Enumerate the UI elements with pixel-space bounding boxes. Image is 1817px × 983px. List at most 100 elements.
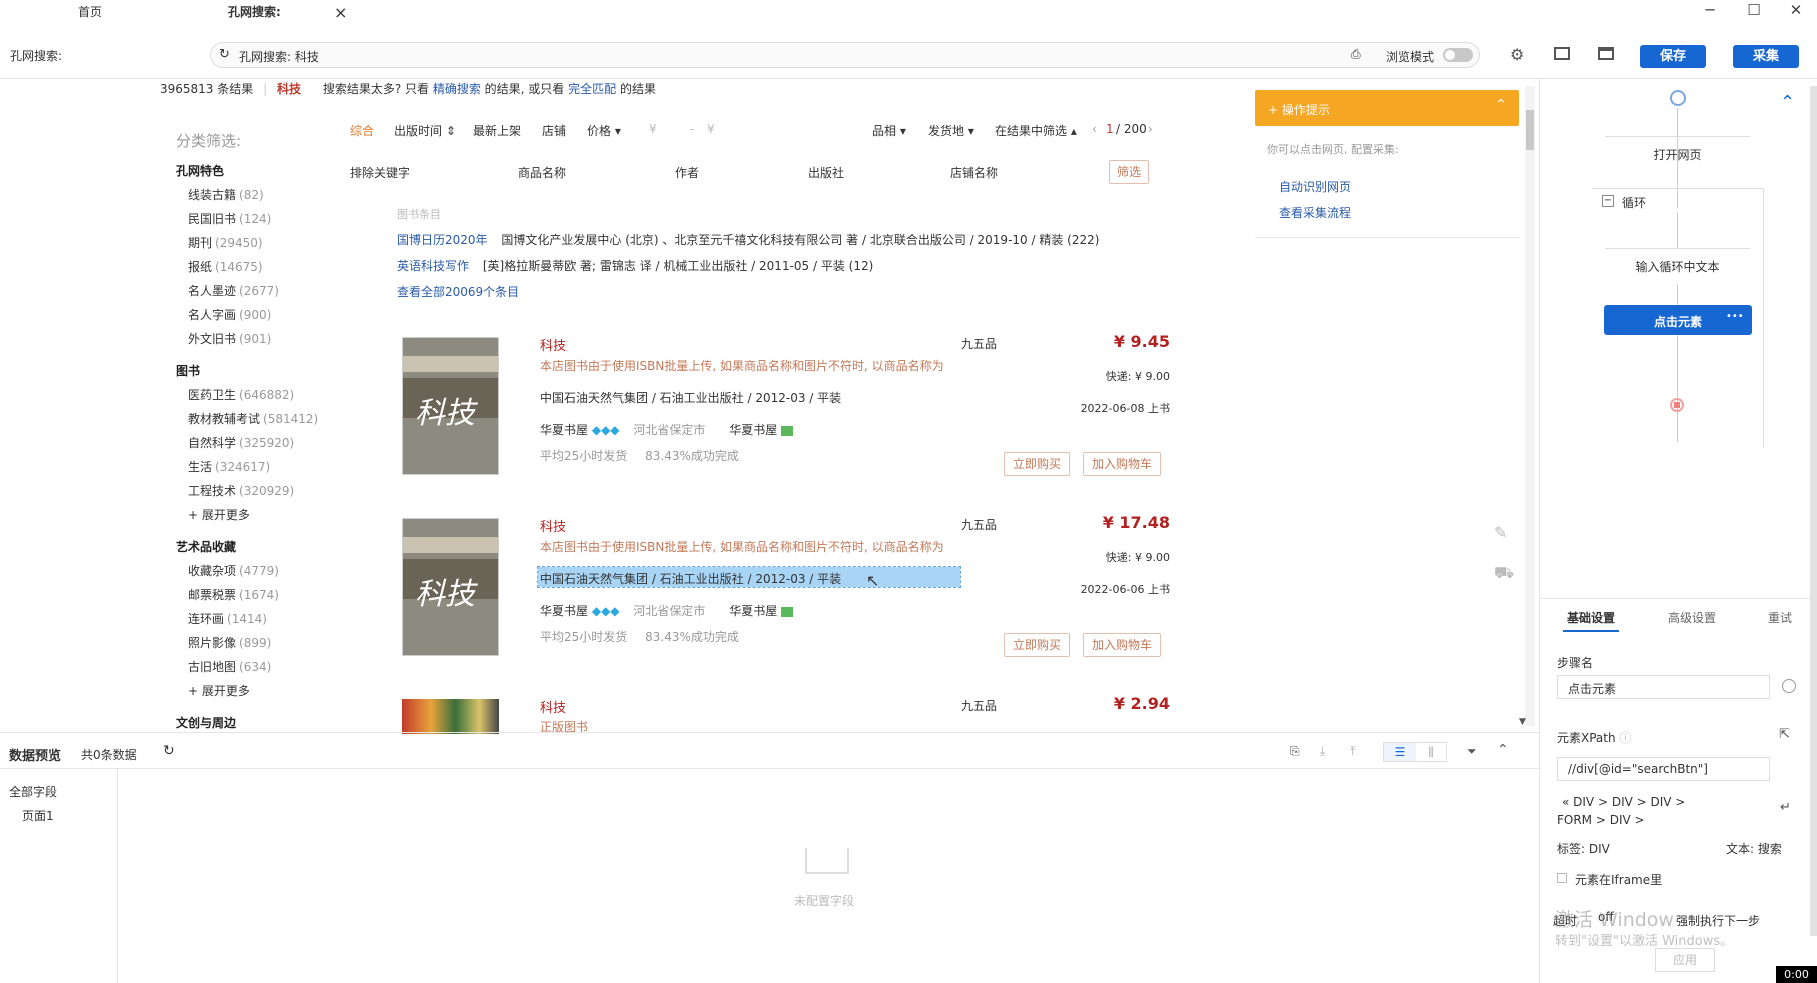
chat-icon[interactable] [781,425,794,436]
publisher-input[interactable]: 出版社 [808,164,844,181]
collapse-up-icon[interactable]: ⌃ [1780,92,1795,113]
flow-step-click-element[interactable]: 点击元素 ••• [1604,305,1752,335]
category-item[interactable]: 工程技术 (320929) [188,482,294,499]
flow-step-input-text[interactable]: 输入循环中文本 [1605,248,1750,284]
category-item[interactable]: 名人墨迹 (2677) [188,282,279,299]
sort-pubtime[interactable]: 出版时间 ⇕ [394,122,456,139]
entry-1-link[interactable]: 国博日历2020年 [397,233,488,247]
sort-price[interactable]: 价格 ▾ [587,122,621,139]
save-button[interactable]: 保存 [1640,45,1706,68]
auto-detect-link[interactable]: 自动识别网页 [1279,178,1351,195]
scroll-down-icon[interactable]: ▼ [1519,717,1526,727]
filter-ship-from[interactable]: 发货地 ▾ [928,122,974,139]
full-match-link[interactable]: 完全匹配 [568,82,616,96]
sort-comprehensive[interactable]: 综合 [350,122,374,139]
tab-basic-settings[interactable]: 基础设置 [1567,609,1615,626]
settings-icon[interactable]: ⚙ [1510,45,1524,64]
maximize-icon[interactable]: ☐ [1739,0,1769,20]
filter-icon[interactable]: ⏷ [1467,744,1477,759]
category-item[interactable]: 线装古籍 (82) [188,186,264,203]
product-item[interactable]: 科技 正版图书 九五品 ¥ 2.94 [390,694,1170,734]
shop-name-input[interactable]: 店铺名称 [950,164,998,181]
category-item[interactable]: 报纸 (14675) [188,258,263,275]
export-icon[interactable]: ⎘ [1290,744,1300,759]
close-icon[interactable]: ✕ [1781,0,1811,20]
page-prev-icon[interactable]: ‹ [1092,122,1097,136]
buy-now-button[interactable]: 立即购买 [1004,452,1070,476]
tab-advanced-settings[interactable]: 高级设置 [1668,609,1716,626]
category-item[interactable]: 生活 (324617) [188,458,270,475]
tab-retry[interactable]: 重试 [1768,609,1792,626]
expand-more-link[interactable]: + 展开更多 [188,506,250,523]
exact-search-link[interactable]: 精确搜索 [433,82,481,96]
collapse-preview-icon[interactable]: ⌃ [1497,742,1509,758]
category-item[interactable]: 民国旧书 (124) [188,210,271,227]
element-path-breadcrumb-2[interactable]: FORM > DIV > [1557,813,1645,827]
category-item[interactable]: 自然科学 (325920) [188,434,294,451]
collect-button[interactable]: 采集 [1733,45,1799,68]
minimize-icon[interactable]: ─ [1695,0,1725,20]
book-cover-image[interactable] [402,699,499,734]
edit-icon[interactable]: ✎ [1494,523,1507,542]
category-item[interactable]: 收藏杂项 (4779) [188,562,279,579]
loop-collapse-icon[interactable]: − [1602,195,1614,207]
info-icon[interactable] [1782,679,1796,693]
price-min-input[interactable]: ¥ [649,122,657,136]
category-item[interactable]: 古旧地图 (634) [188,658,271,675]
download-icon[interactable]: ⤓ [1320,744,1325,759]
view-flow-link[interactable]: 查看采集流程 [1279,204,1351,221]
window-icon[interactable] [1598,47,1614,60]
view-all-entries-link[interactable]: 查看全部20069个条目 [397,283,519,300]
upload-icon[interactable]: ⤒ [1350,744,1355,759]
address-bar[interactable]: ↻ 孔网搜索: 科技 ⎙ 浏览模式 [210,42,1480,68]
xpath-input[interactable]: //div[@id="searchBtn"] [1557,757,1770,781]
page-next-icon[interactable]: › [1148,122,1153,136]
shop-name[interactable]: 华夏书屋 [540,604,588,618]
flow-step-loop[interactable]: 循环 [1622,194,1646,211]
element-path-breadcrumb[interactable]: « DIV > DIV > DIV > [1562,795,1685,809]
sort-shop[interactable]: 店铺 [542,122,566,139]
add-to-cart-button[interactable]: 加入购物车 [1083,633,1161,657]
pick-element-icon[interactable]: ⇱ [1779,727,1790,742]
tab-home[interactable]: 首页 [78,0,102,25]
filter-in-results[interactable]: 在结果中筛选 ▴ [995,122,1077,139]
page-icon[interactable]: ⎙ [1351,47,1361,62]
cart-icon[interactable]: ⛟ [1494,563,1514,584]
product-title[interactable]: 科技 [540,335,566,354]
product-title[interactable]: 科技 [540,697,566,716]
apply-button[interactable]: 应用 [1655,948,1715,972]
category-item[interactable]: 外文旧书 (901) [188,330,271,347]
refresh-preview-icon[interactable]: ↻ [163,743,175,759]
layout-icon[interactable] [1554,47,1570,60]
flow-step-open-page[interactable]: 打开网页 [1605,136,1750,172]
tab-close-icon[interactable]: × [334,0,347,25]
browse-mode-toggle[interactable] [1443,48,1473,62]
product-title[interactable]: 科技 [540,516,566,535]
view-toggle[interactable]: ☰ ⫼ [1383,742,1447,762]
chevron-up-icon[interactable]: ⌃ [1495,97,1507,113]
product-item[interactable]: 科技 科技 本店图书由于使用ISBN批量上传, 如果商品名称和图片不符时, 以商… [390,332,1170,482]
category-item[interactable]: 教材教辅考试 (581412) [188,410,318,427]
category-item[interactable]: 连环画 (1414) [188,610,267,627]
shop-link[interactable]: 华夏书屋 [729,423,777,437]
filter-quality[interactable]: 品相 ▾ [872,122,906,139]
add-to-cart-button[interactable]: 加入购物车 [1083,452,1161,476]
shop-name[interactable]: 华夏书屋 [540,423,588,437]
sort-newest[interactable]: 最新上架 [473,122,521,139]
all-fields-item[interactable]: 全部字段 [9,783,57,800]
expand-more-link[interactable]: + 展开更多 [188,682,250,699]
entry-2-link[interactable]: 英语科技写作 [397,259,469,273]
category-item[interactable]: 名人字画 (900) [188,306,271,323]
product-item[interactable]: 科技 科技 本店图书由于使用ISBN批量上传, 如果商品名称和图片不符时, 以商… [390,513,1170,663]
author-input[interactable]: 作者 [675,164,699,181]
refresh-icon[interactable]: ↻ [219,47,230,62]
iframe-checkbox[interactable] [1557,873,1567,883]
tab-search[interactable]: 孔网搜索: [228,0,281,25]
category-item[interactable]: 邮票税票 (1674) [188,586,279,603]
page-1-item[interactable]: 页面1 [22,807,54,824]
buy-now-button[interactable]: 立即购买 [1004,633,1070,657]
return-icon[interactable]: ↵ [1780,800,1791,815]
book-cover-image[interactable]: 科技 [402,337,499,475]
step-name-input[interactable]: 点击元素 [1557,675,1770,699]
category-item[interactable]: 期刊 (29450) [188,234,263,251]
